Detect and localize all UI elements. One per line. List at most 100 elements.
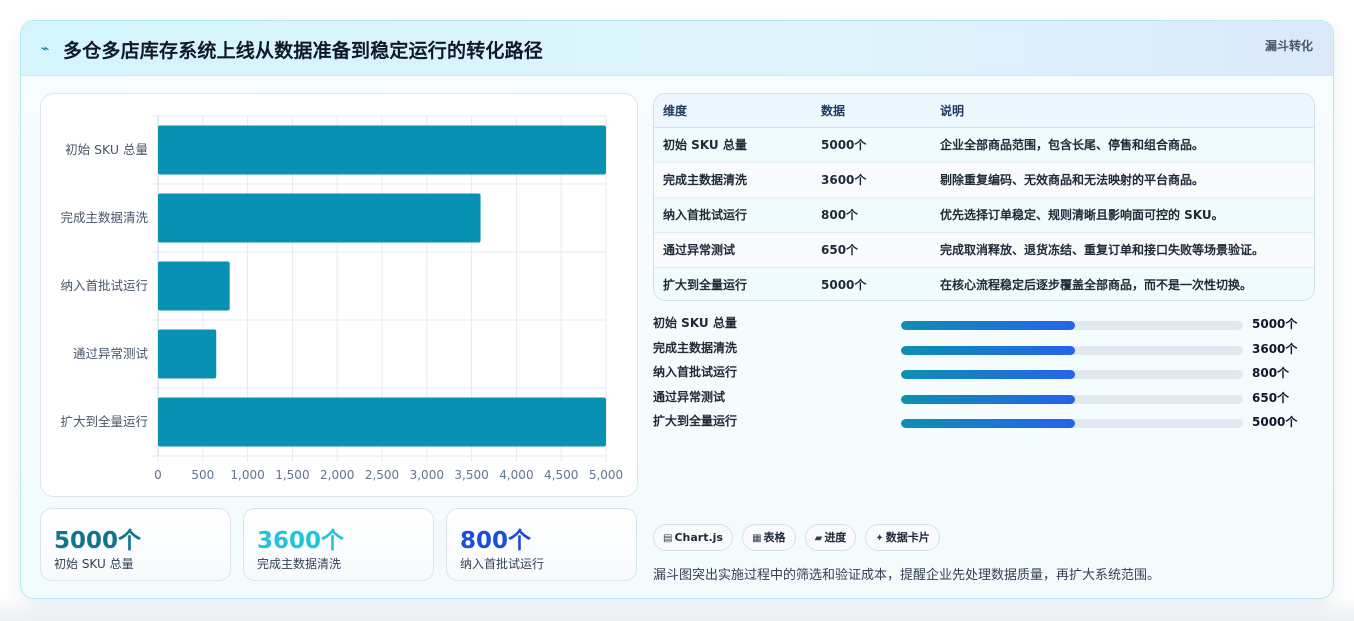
progress-row: 初始 SKU 总量 5000个 — [653, 312, 1333, 337]
progress-track — [901, 345, 1243, 355]
cell-value: 5000个 — [812, 127, 931, 163]
progress-value: 5000个 — [1252, 317, 1298, 331]
y-tick-label: 纳入首批试运行 — [60, 278, 148, 293]
footnote: 漏斗图突出实施过程中的筛选和验证成本，提醒企业先处理数据质量，再扩大系统范围。 — [653, 568, 1161, 583]
stat-card-cleaned: 3600个 完成主数据清洗 — [243, 508, 434, 581]
progress-label: 初始 SKU 总量 — [653, 316, 737, 330]
progress-label: 完成主数据清洗 — [653, 340, 738, 355]
sparkle-icon: ✦ — [875, 533, 884, 544]
chip-label: 进度 — [824, 531, 847, 544]
column-header-description: 说明 — [931, 94, 1314, 128]
stat-value: 3600个 — [257, 528, 345, 554]
x-tick-label: 500 — [191, 468, 214, 482]
progress-fill — [901, 370, 1076, 380]
stat-label: 初始 SKU 总量 — [54, 557, 134, 571]
cell-name: 初始 SKU 总量 — [654, 127, 812, 163]
progress-fill — [901, 321, 1076, 330]
feature-chips: ▤ Chart.js ▦ 表格 ▰ 进度 ✦ 数据卡片 — [653, 524, 944, 552]
table-row: 通过异常测试 650个 完成取消释放、退货冻结、重复订单和接口失败等场景验证。 — [654, 232, 1314, 268]
progress-fill — [901, 345, 1076, 355]
chip-table[interactable]: ▦ 表格 — [742, 524, 796, 551]
cell-value: 650个 — [812, 232, 931, 268]
x-tick-label: 3,000 — [410, 468, 444, 482]
progress-track — [901, 394, 1243, 404]
progress-row: 扩大到全量运行 5000个 — [653, 410, 1333, 435]
progress-track — [901, 370, 1243, 380]
stat-label: 纳入首批试运行 — [460, 557, 545, 571]
x-tick-label: 1,500 — [275, 468, 309, 482]
progress-fill — [901, 419, 1076, 429]
stat-value: 800个 — [460, 528, 532, 554]
progress-icon: ▰ — [814, 533, 823, 544]
x-tick-label: 1,000 — [230, 468, 264, 482]
cell-description: 剔除重复编码、无效商品和无法映射的平台商品。 — [931, 162, 1314, 198]
dashboard-card: ⌁ 多仓多店库存系统上线从数据准备到稳定运行的转化路径 漏斗转化 0 500 1,0… — [20, 20, 1334, 599]
stat-value: 5000个 — [54, 528, 142, 554]
trend-line-icon: ⌁ — [41, 41, 50, 57]
progress-value: 650个 — [1252, 390, 1290, 405]
page-title: 多仓多店库存系统上线从数据准备到稳定运行的转化路径 — [63, 40, 544, 62]
cell-name: 通过异常测试 — [654, 232, 812, 268]
progress-row: 完成主数据清洗 3600个 — [653, 337, 1333, 362]
funnel-chart-panel: 0 500 1,000 1,500 2,000 2,500 3,000 3,500 4,000 4… — [40, 93, 638, 497]
y-tick-label: 初始 SKU 总量 — [65, 142, 148, 157]
chip-label: 数据卡片 — [885, 531, 930, 544]
chart-bar — [158, 125, 606, 175]
cell-description: 完成取消释放、退货冻结、重复订单和接口失败等场景验证。 — [931, 232, 1314, 268]
cell-name: 纳入首批试运行 — [654, 197, 812, 233]
data-table: 维度 数据 说明 初始 SKU 总量 5000个 企业全部商品范围，包含长尾、停… — [653, 93, 1315, 301]
cell-description: 在核心流程稳定后逐步覆盖全部商品，而不是一次性切换。 — [931, 267, 1314, 300]
chart-bar — [158, 261, 230, 311]
cell-name: 扩大到全量运行 — [654, 267, 812, 300]
y-tick-label: 完成主数据清洗 — [60, 210, 148, 225]
x-tick-label: 0 — [154, 468, 162, 482]
cell-value: 5000个 — [812, 267, 931, 300]
chip-progress[interactable]: ▰ 进度 — [804, 524, 857, 551]
chip-label: Chart.js — [674, 531, 723, 544]
y-tick-label: 通过异常测试 — [73, 346, 149, 361]
progress-row: 纳入首批试运行 800个 — [653, 361, 1333, 386]
table-row: 完成主数据清洗 3600个 剔除重复编码、无效商品和无法映射的平台商品。 — [654, 162, 1314, 198]
table-header-row: 维度 数据 说明 — [654, 94, 1314, 128]
progress-value: 3600个 — [1252, 341, 1298, 356]
progress-fill — [901, 394, 1076, 404]
cell-description: 企业全部商品范围，包含长尾、停售和组合商品。 — [931, 127, 1314, 163]
x-tick-label: 4,500 — [544, 468, 578, 482]
table-icon: ▦ — [752, 533, 762, 544]
cell-description: 优先选择订单稳定、规则清晰且影响面可控的 SKU。 — [931, 197, 1314, 233]
progress-list: 初始 SKU 总量 5000个 完成主数据清洗 3600个 纳入首批试运行 80… — [653, 312, 1333, 435]
progress-value: 5000个 — [1252, 415, 1298, 430]
stat-label: 完成主数据清洗 — [257, 557, 342, 571]
stat-card-pilot: 800个 纳入首批试运行 — [446, 508, 637, 581]
cell-value: 800个 — [812, 197, 931, 233]
x-tick-label: 4,000 — [499, 468, 533, 482]
chart-bar — [158, 329, 217, 379]
table-row: 扩大到全量运行 5000个 在核心流程稳定后逐步覆盖全部商品，而不是一次性切换。 — [654, 267, 1314, 300]
chart-bar — [158, 193, 481, 243]
chip-chartjs[interactable]: ▤ Chart.js — [653, 524, 733, 551]
progress-track — [901, 419, 1243, 429]
progress-label: 纳入首批试运行 — [653, 365, 738, 380]
x-tick-label: 2,500 — [365, 468, 399, 482]
cell-value: 3600个 — [812, 162, 931, 198]
chart-bar — [158, 397, 606, 447]
progress-track — [901, 321, 1243, 330]
y-tick-label: 扩大到全量运行 — [60, 414, 148, 429]
column-header-dimension: 维度 — [654, 94, 812, 128]
card-header: ⌁ 多仓多店库存系统上线从数据准备到稳定运行的转化路径 漏斗转化 — [21, 21, 1333, 76]
x-tick-label: 2,000 — [320, 468, 354, 482]
column-header-data: 数据 — [812, 94, 931, 128]
chip-label: 表格 — [763, 531, 786, 544]
chart-type-tag: 漏斗转化 — [1264, 39, 1313, 53]
table-row: 纳入首批试运行 800个 优先选择订单稳定、规则清晰且影响面可控的 SKU。 — [654, 197, 1314, 233]
funnel-bar-chart: 0 500 1,000 1,500 2,000 2,500 3,000 3,500 4,000 4… — [60, 115, 623, 482]
progress-label: 通过异常测试 — [653, 389, 726, 404]
chip-data-cards[interactable]: ✦ 数据卡片 — [865, 524, 940, 551]
table-row: 初始 SKU 总量 5000个 企业全部商品范围，包含长尾、停售和组合商品。 — [654, 127, 1314, 163]
progress-row: 通过异常测试 650个 — [653, 386, 1333, 411]
chart-icon: ▤ — [663, 533, 673, 544]
cell-name: 完成主数据清洗 — [654, 162, 812, 198]
x-tick-label: 5,000 — [589, 468, 623, 482]
stat-card-initial: 5000个 初始 SKU 总量 — [40, 508, 231, 581]
progress-label: 扩大到全量运行 — [653, 414, 738, 429]
